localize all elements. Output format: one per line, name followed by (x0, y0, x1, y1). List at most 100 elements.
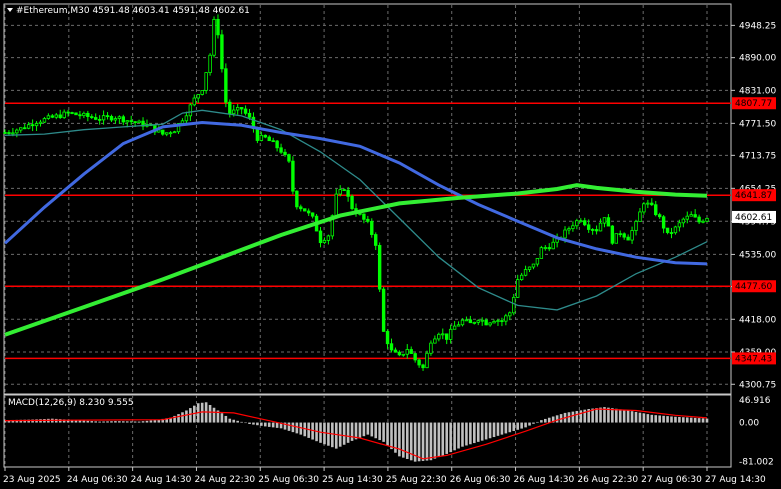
candle-body (263, 134, 267, 138)
candle-body (97, 118, 102, 121)
candle-body (228, 101, 232, 114)
x-tick-label: 26 Aug 22:30 (577, 475, 638, 485)
price-marker-label: 4602.61 (735, 213, 772, 223)
level-label: 4641.87 (735, 191, 772, 201)
candle-body (697, 216, 701, 223)
macd-bar (536, 421, 539, 423)
candle-body (279, 147, 283, 153)
candle-body (42, 118, 47, 123)
candle-body (618, 233, 622, 236)
x-tick-label: 27 Aug 06:30 (641, 475, 702, 485)
candle-body (567, 228, 571, 231)
candle-body (441, 333, 445, 336)
candle-body (508, 312, 512, 317)
candle-body (86, 112, 90, 117)
macd-bar (220, 413, 224, 423)
candle-body (295, 190, 299, 208)
macd-bar (331, 422, 334, 448)
candle-body (433, 338, 437, 344)
y-tick-label: 4831.00 (739, 86, 776, 96)
macd-bar (516, 422, 519, 430)
macd-bar (263, 422, 267, 427)
candle-body (523, 269, 528, 276)
candle-body (117, 116, 122, 119)
macd-bar (378, 422, 381, 441)
macd-bar (110, 421, 113, 423)
macd-bar (189, 408, 192, 423)
macd-bar (106, 421, 109, 423)
macd-tick-label: -81.002 (739, 458, 774, 468)
macd-bar (611, 408, 614, 423)
candle-body (78, 114, 82, 117)
candle-body (563, 229, 567, 239)
macd-bar (398, 422, 401, 457)
macd-bar (248, 422, 251, 424)
macd-bar (555, 415, 559, 423)
candle-body (220, 34, 224, 70)
macd-bar (678, 416, 681, 423)
candle-body (622, 233, 626, 238)
candle-body (500, 320, 504, 322)
macd-bar (350, 422, 354, 441)
candle-body (216, 18, 220, 36)
macd-header: MACD(12,26,9) 8.230 9.555 (8, 398, 134, 408)
macd-bar (181, 412, 184, 423)
macd-bar (622, 409, 626, 423)
candle-body (133, 121, 137, 124)
candle-body (26, 124, 31, 129)
macd-bar (177, 414, 180, 423)
candle-body (125, 120, 129, 123)
candle-body (531, 263, 536, 268)
candle-body (310, 212, 315, 217)
candle-body (267, 136, 271, 142)
candle-body (109, 116, 114, 121)
candle-body (610, 225, 615, 244)
candle-body (614, 233, 618, 244)
x-tick-label: 26 Aug 14:30 (514, 475, 575, 485)
candle-body (689, 214, 693, 217)
candle-body (512, 296, 516, 314)
macd-bar (662, 415, 665, 423)
candle-body (208, 54, 212, 74)
macd-bar (465, 422, 468, 446)
y-tick-label: 4300.75 (739, 380, 776, 390)
candle-body (425, 352, 429, 369)
macd-bar (658, 415, 661, 423)
macd-bar (441, 422, 445, 456)
candle-body (105, 115, 110, 118)
candle-body (409, 349, 413, 354)
macd-bar (532, 422, 535, 424)
x-tick-label: 26 Aug 06:30 (450, 475, 511, 485)
macd-bar (437, 422, 441, 458)
candle-body (366, 218, 370, 222)
candle-body (7, 132, 11, 134)
candle-body (291, 160, 295, 192)
macd-bar (630, 411, 634, 423)
candle-body (374, 234, 378, 246)
candle-body (385, 331, 390, 345)
macd-bar (133, 421, 137, 423)
candle-body (70, 112, 74, 114)
candle-body (535, 257, 540, 265)
macd-bar (98, 421, 101, 423)
macd-bar (362, 422, 366, 437)
macd-bar (544, 418, 547, 423)
candle-body (326, 235, 331, 241)
candle-body (101, 115, 106, 121)
candle-body (551, 241, 555, 250)
candle-body (224, 68, 228, 103)
macd-bar (504, 422, 508, 434)
candle-body (82, 112, 86, 117)
macd-bar (382, 422, 385, 442)
candle-body (460, 319, 465, 326)
chart-window: 4948.254890.004831.004771.504713.754654.… (0, 0, 781, 489)
macd-bar (461, 422, 464, 447)
macd-bar (670, 416, 673, 423)
macd-bar (469, 422, 472, 445)
macd-bar (626, 410, 630, 423)
candle-body (575, 220, 579, 227)
candle-body (397, 351, 402, 356)
candle-body (547, 247, 551, 250)
macd-bar (674, 416, 677, 423)
macd-bar (390, 422, 393, 450)
